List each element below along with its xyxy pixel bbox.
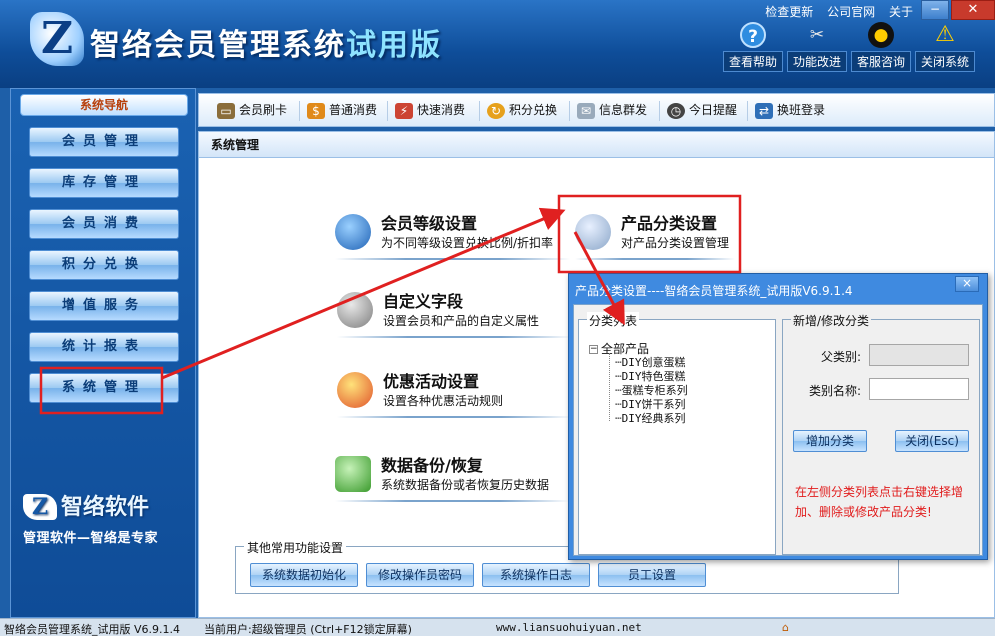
sidebar-item-value-added[interactable]: 增值服务 — [29, 291, 179, 321]
category-tree-group: 分类列表 − 全部产品 ┄DIY创意蛋糕 ┄DIY特色蛋糕 ┄蛋糕专柜系列 ┄DI… — [578, 312, 776, 555]
operation-log-button[interactable]: 系统操作日志 — [482, 563, 590, 587]
sidebar-item-inventory[interactable]: 库存管理 — [29, 168, 179, 198]
mail-icon: ✉ — [577, 102, 595, 119]
app-header: Z 智络会员管理系统试用版 检查更新 公司官网 关于 − ✕ ? 查看帮助 ✂ … — [0, 0, 995, 88]
toolbar-normal-consume[interactable]: $ 普通消费 — [307, 101, 377, 121]
home-icon: ⌂ — [782, 621, 789, 634]
collapse-icon[interactable]: − — [589, 345, 598, 354]
promotion-icon — [337, 372, 373, 408]
add-category-button[interactable]: 增加分类 — [793, 430, 867, 452]
category-name-input[interactable] — [869, 378, 969, 400]
question-icon: ? — [740, 22, 766, 48]
product-category-dialog: 产品分类设置----智络会员管理系统_试用版V6.9.1.4 × 分类列表 − 全… — [568, 273, 988, 560]
status-website[interactable]: www.liansuohuiyuan.net — [496, 621, 642, 634]
minimize-button[interactable]: − — [921, 0, 949, 20]
dialog-close-button[interactable]: × — [955, 276, 979, 292]
toolbar-card-swipe[interactable]: ▭ 会员刷卡 — [217, 101, 287, 121]
toolbar-mass-message[interactable]: ✉ 信息群发 — [577, 101, 647, 121]
tree-legend: 分类列表 — [587, 312, 640, 329]
sidebar-item-consumption[interactable]: 会员消费 — [29, 209, 179, 239]
other-settings-legend: 其他常用功能设置 — [244, 539, 347, 556]
custom-field-icon — [337, 292, 373, 328]
parent-category-label: 父类别: — [820, 350, 861, 364]
tree-node[interactable]: ┄DIY经典系列 — [615, 410, 686, 426]
support-button[interactable]: ● 客服咨询 — [851, 22, 911, 72]
company-site-link[interactable]: 公司官网 — [827, 5, 875, 19]
func-member-level[interactable]: 会员等级设置 为不同等级设置兑换比例/折扣率 — [335, 210, 585, 260]
lightning-icon: ⚡ — [395, 102, 413, 119]
edit-legend: 新增/修改分类 — [791, 312, 872, 329]
sidebar-item-points[interactable]: 积分兑换 — [29, 250, 179, 280]
exit-system-button[interactable]: ⚠ 关闭系统 — [915, 22, 975, 72]
app-logo-icon: Z — [30, 12, 84, 66]
dialog-body: 分类列表 − 全部产品 ┄DIY创意蛋糕 ┄DIY特色蛋糕 ┄蛋糕专柜系列 ┄DI… — [573, 304, 983, 556]
check-update-link[interactable]: 检查更新 — [765, 5, 813, 19]
panel-title: 系统管理 — [199, 132, 994, 158]
card-icon: ▭ — [217, 102, 235, 119]
quick-toolbar: ▭ 会员刷卡 $ 普通消费 ⚡ 快速消费 ↻ 积分兑换 ✉ 信息群发 ◷ 今日提醒 ⇄ 换班登… — [198, 93, 995, 127]
category-name-label: 类别名称: — [808, 384, 861, 398]
init-data-button[interactable]: 系统数据初始化 — [250, 563, 358, 587]
top-links: 检查更新 公司官网 关于 — [755, 3, 913, 20]
about-link[interactable]: 关于 — [889, 5, 913, 19]
sidebar: 系统导航 会员管理 库存管理 会员消费 积分兑换 增值服务 统计报表 系统管理 … — [10, 88, 196, 618]
coins-icon: $ — [307, 102, 325, 119]
shift-icon: ⇄ — [755, 102, 773, 119]
brand-block: Z 智络软件 管理软件—智络是专家 — [23, 489, 158, 546]
staff-settings-button[interactable]: 员工设置 — [598, 563, 706, 587]
close-dialog-button[interactable]: 关闭(Esc) — [895, 430, 969, 452]
window-close-button[interactable]: ✕ — [951, 0, 995, 20]
clock-icon: ◷ — [667, 102, 685, 119]
sidebar-item-reports[interactable]: 统计报表 — [29, 332, 179, 362]
func-product-category[interactable]: 产品分类设置 对产品分类设置管理 — [575, 210, 815, 260]
status-app-version: 智络会员管理系统_试用版 V6.9.1.4 — [4, 623, 181, 636]
toolbar-today-reminder[interactable]: ◷ 今日提醒 — [667, 101, 737, 121]
status-current-user: 当前用户:超级管理员 (Ctrl+F12锁定屏幕) — [204, 623, 412, 636]
product-category-icon — [575, 214, 611, 250]
parent-category-field — [869, 344, 969, 366]
help-button[interactable]: ? 查看帮助 — [723, 22, 783, 72]
dialog-title: 产品分类设置----智络会员管理系统_试用版V6.9.1.4 — [575, 284, 853, 298]
brand-logo-icon: Z — [23, 494, 57, 520]
hint-text: 在左侧分类列表点击右键选择增加、删除或修改产品分类! — [795, 485, 964, 519]
change-password-button[interactable]: 修改操作员密码 — [366, 563, 474, 587]
exchange-icon: ↻ — [487, 102, 505, 119]
tools-icon: ✂ — [809, 25, 825, 45]
brand-slogan: 管理软件—智络是专家 — [23, 531, 159, 546]
toolbar-shift-login[interactable]: ⇄ 换班登录 — [755, 101, 825, 121]
qq-penguin-icon: ● — [868, 22, 894, 48]
member-level-icon — [335, 214, 371, 250]
status-bar: 智络会员管理系统_试用版 V6.9.1.4 当前用户:超级管理员 (Ctrl+F… — [0, 618, 995, 636]
warning-icon: ⚠ — [935, 22, 955, 47]
app-title: 智络会员管理系统试用版 — [90, 28, 442, 63]
func-backup-restore[interactable]: 数据备份/恢复 系统数据备份或者恢复历史数据 — [335, 452, 585, 502]
brand-name: Z 智络软件 — [23, 489, 158, 521]
toolbar-fast-consume[interactable]: ⚡ 快速消费 — [395, 101, 465, 121]
edit-category-group: 新增/修改分类 父类别: 类别名称: 增加分类 关闭(Esc) 在左侧分类列表点… — [782, 312, 980, 555]
func-promotion[interactable]: 优惠活动设置 设置各种优惠活动规则 — [337, 368, 587, 418]
sidebar-item-member-management[interactable]: 会员管理 — [29, 127, 179, 157]
backup-icon — [335, 456, 371, 492]
improve-button[interactable]: ✂ 功能改进 — [787, 22, 847, 72]
toolbar-points-exchange[interactable]: ↻ 积分兑换 — [487, 101, 557, 121]
sidebar-title: 系统导航 — [20, 94, 188, 116]
func-custom-field[interactable]: 自定义字段 设置会员和产品的自定义属性 — [337, 288, 587, 338]
sidebar-item-system[interactable]: 系统管理 — [29, 373, 179, 403]
